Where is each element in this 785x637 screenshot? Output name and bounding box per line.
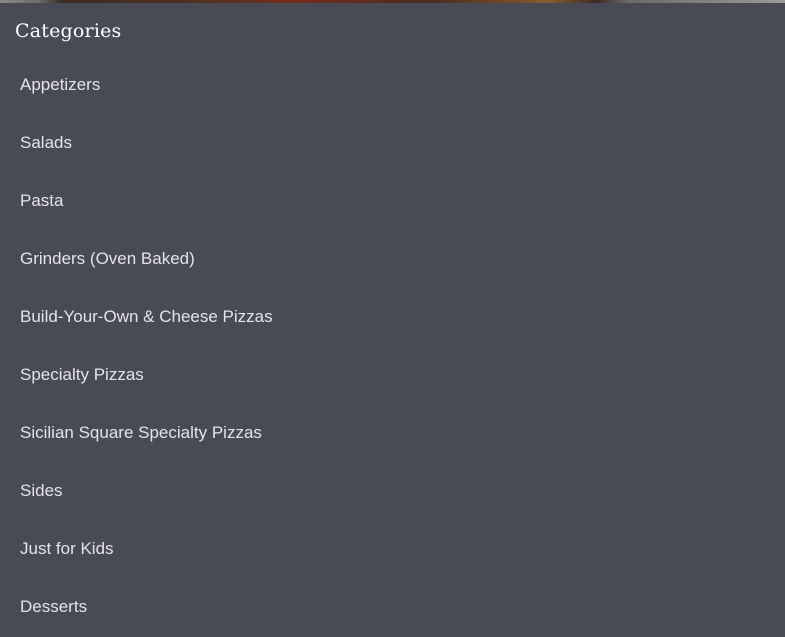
category-item-desserts[interactable]: Desserts xyxy=(0,578,785,636)
category-label: Desserts xyxy=(20,597,88,616)
category-item-build-your-own-pizzas[interactable]: Build-Your-Own & Cheese Pizzas xyxy=(0,288,785,346)
category-label: Specialty Pizzas xyxy=(20,365,144,384)
category-item-sicilian-pizzas[interactable]: Sicilian Square Specialty Pizzas xyxy=(0,404,785,462)
category-list: Appetizers Salads Pasta Grinders (Oven B… xyxy=(0,56,785,636)
categories-panel: Categories Appetizers Salads Pasta Grind… xyxy=(0,3,785,624)
category-label: Build-Your-Own & Cheese Pizzas xyxy=(20,307,273,326)
category-item-sides[interactable]: Sides xyxy=(0,462,785,520)
category-label: Grinders (Oven Baked) xyxy=(20,249,195,268)
category-item-specialty-pizzas[interactable]: Specialty Pizzas xyxy=(0,346,785,404)
category-item-grinders[interactable]: Grinders (Oven Baked) xyxy=(0,230,785,288)
category-label: Pasta xyxy=(20,191,64,210)
category-label: Appetizers xyxy=(20,75,101,94)
category-item-just-for-kids[interactable]: Just for Kids xyxy=(0,520,785,578)
category-label: Just for Kids xyxy=(20,539,114,558)
category-item-appetizers[interactable]: Appetizers xyxy=(0,56,785,114)
category-label: Salads xyxy=(20,133,72,152)
category-item-salads[interactable]: Salads xyxy=(0,114,785,172)
category-label: Sicilian Square Specialty Pizzas xyxy=(20,423,262,442)
categories-heading: Categories xyxy=(15,20,122,42)
category-label: Sides xyxy=(20,481,63,500)
category-item-pasta[interactable]: Pasta xyxy=(0,172,785,230)
